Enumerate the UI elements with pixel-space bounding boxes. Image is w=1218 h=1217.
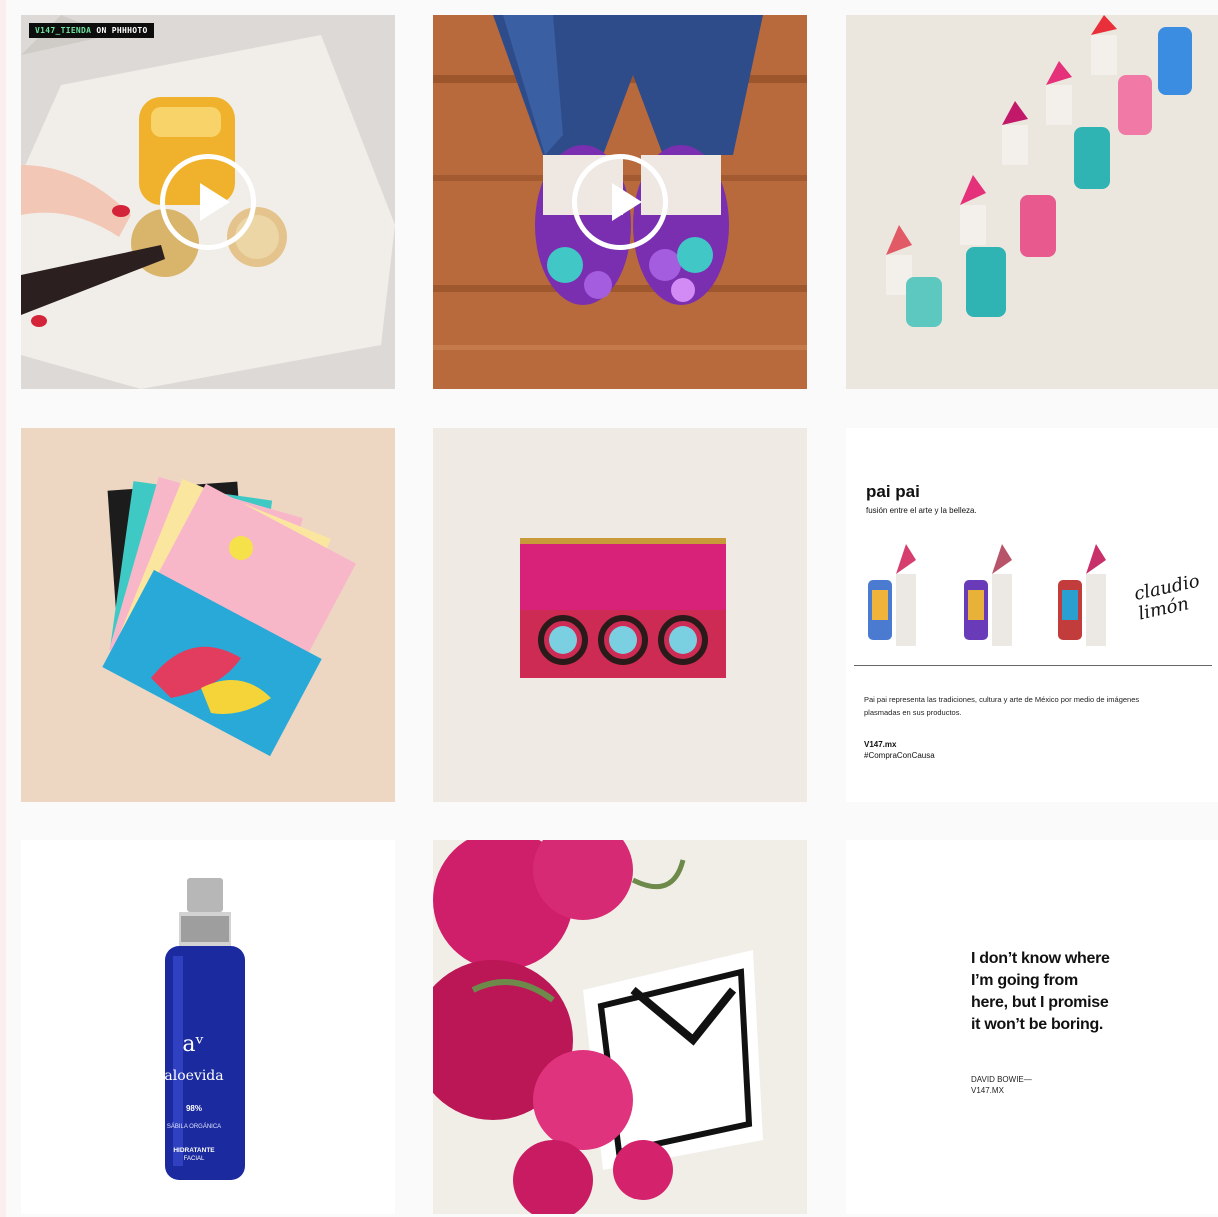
flowers-photo [433, 840, 807, 1214]
aloevida-percent: 98% [185, 1104, 202, 1113]
post-tile-lipsticks[interactable] [846, 15, 1218, 389]
quote-text: I don’t know where I’m going from here, … [971, 950, 1110, 1033]
lipsticks-photo [846, 15, 1218, 389]
phhhoto-badge: V147_TIENDA ON PHHHOTO [29, 23, 154, 38]
aloevida-line1: HIDRATANTE [173, 1147, 215, 1154]
post-tile-cards[interactable] [21, 428, 395, 802]
paipai-divider [854, 665, 1212, 666]
paipai-description: Pai pai representa las tradiciones, cult… [864, 695, 1140, 717]
cards-photo [21, 428, 395, 802]
quote-author: DAVID BOWIE— V147.MX [971, 1075, 1032, 1095]
post-tile-video-breakfast[interactable]: V147_TIENDA ON PHHHOTO [21, 15, 395, 389]
left-edge [0, 0, 6, 1217]
aloevida-name: aloevida [164, 1068, 224, 1084]
paipai-url: V147.mx [864, 740, 897, 749]
post-tile-paipai[interactable]: pai pai fusión entre el arte y la bellez… [846, 428, 1218, 802]
play-icon[interactable] [572, 154, 668, 250]
paipai-hashtag: #CompraConCausa [864, 751, 935, 760]
aloevida-line2: FACIAL [183, 1156, 205, 1162]
post-tile-flowers[interactable] [433, 840, 807, 1214]
aloevida-monogram: aᵛ [182, 1032, 204, 1057]
post-tile-video-shoes[interactable] [433, 15, 807, 389]
post-tile-quote[interactable]: I don’t know where I’m going from here, … [846, 840, 1218, 1214]
post-tile-pouch[interactable] [433, 428, 807, 802]
pouch-photo [433, 428, 807, 802]
aloevida-subtitle: SÁBILA ORGÁNICA [166, 1124, 222, 1130]
play-icon[interactable] [160, 154, 256, 250]
